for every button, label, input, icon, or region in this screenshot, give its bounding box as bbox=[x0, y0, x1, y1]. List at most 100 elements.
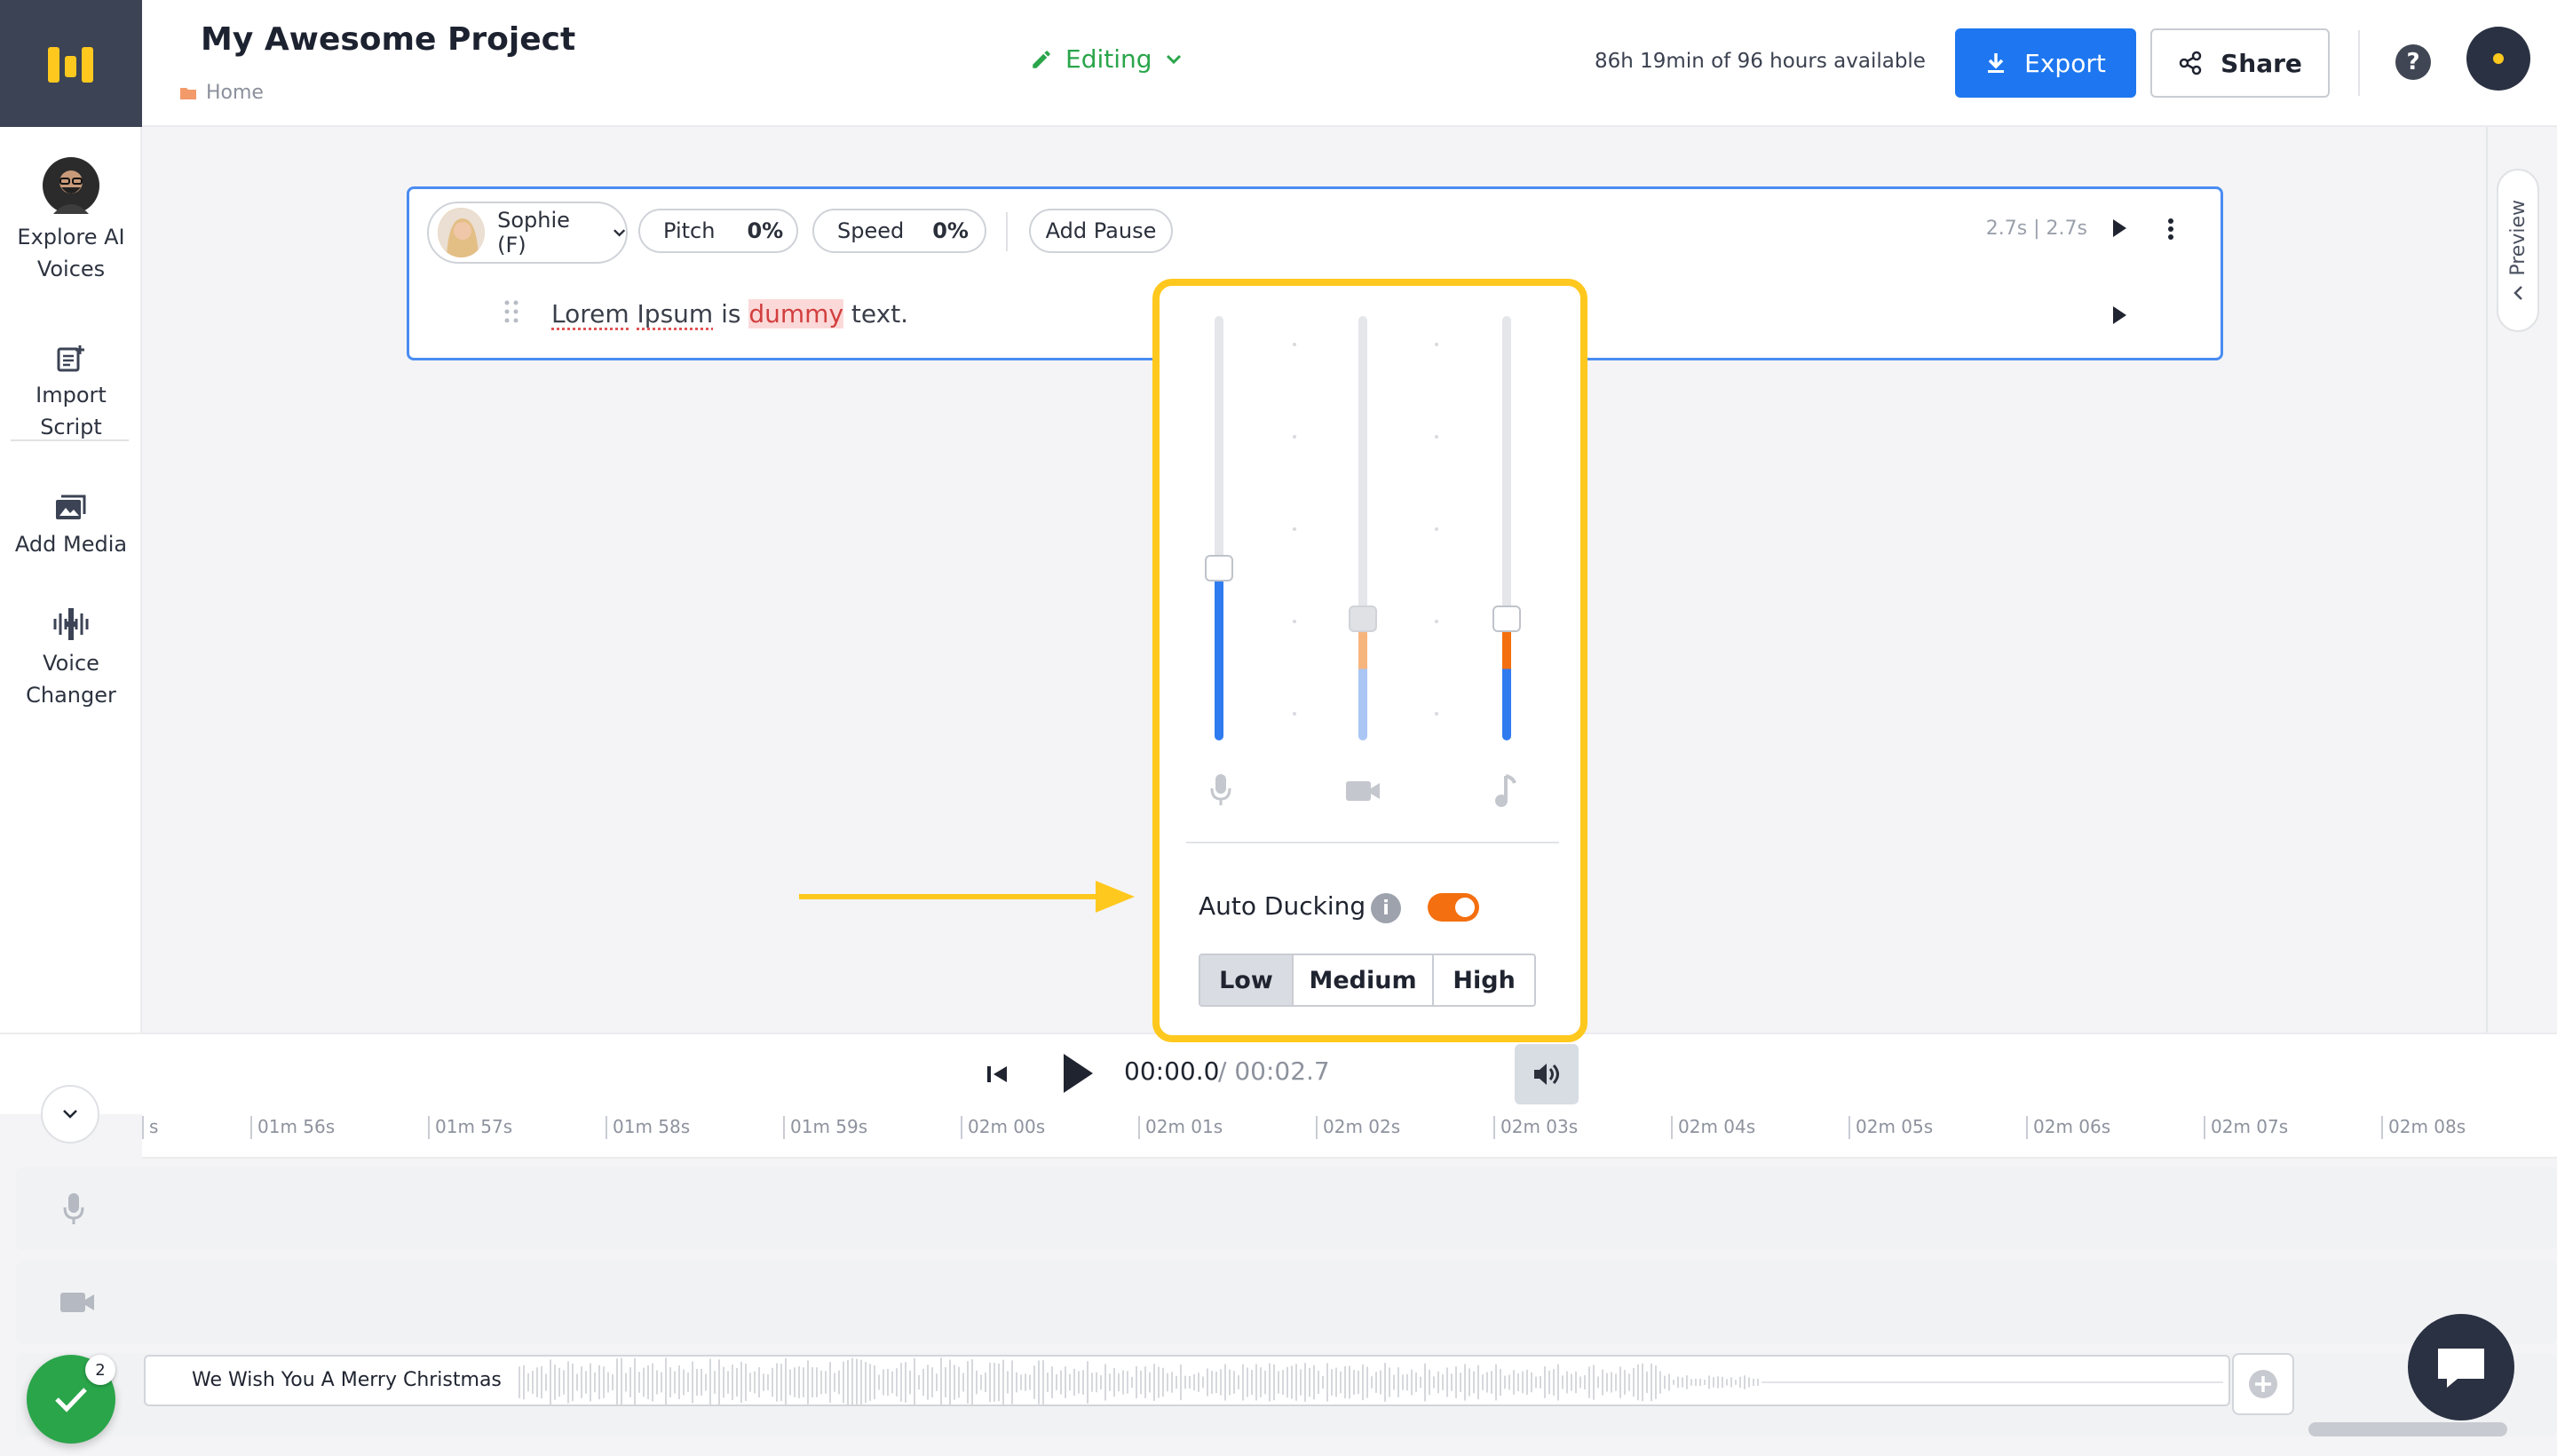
preview-tab[interactable]: Preview bbox=[2497, 169, 2539, 332]
pitch-value: 0% bbox=[747, 218, 784, 243]
sidebar-item-label: Add Media bbox=[14, 532, 128, 557]
pencil-icon bbox=[1033, 50, 1050, 68]
speed-control[interactable]: Speed 0% bbox=[812, 209, 986, 253]
play-line-icon[interactable] bbox=[2110, 305, 2128, 326]
music-volume-thumb[interactable] bbox=[1492, 605, 1521, 632]
speed-label: Speed bbox=[837, 218, 905, 243]
grid-dot bbox=[1435, 343, 1438, 346]
script-word: is bbox=[721, 299, 741, 328]
auto-ducking-label: Auto Ducking bbox=[1199, 891, 1366, 921]
block-duration: 2.7s | 2.7s bbox=[1985, 218, 2087, 240]
ruler-tick: 02m 04s bbox=[1671, 1116, 1755, 1139]
checkmark-icon bbox=[55, 1388, 87, 1412]
more-options-icon[interactable] bbox=[2167, 218, 2174, 241]
ruler-tick: 02m 03s bbox=[1493, 1116, 1578, 1139]
voice-volume-thumb[interactable] bbox=[1205, 555, 1233, 582]
download-icon bbox=[1988, 53, 2005, 73]
chevron-down-icon bbox=[613, 229, 625, 237]
music-note-icon bbox=[1495, 774, 1516, 807]
play-icon[interactable] bbox=[1060, 1051, 1096, 1096]
chat-button[interactable] bbox=[2408, 1314, 2514, 1420]
sidebar-item-label: Voice Changer bbox=[26, 651, 116, 708]
total-time: / 00:02.7 bbox=[1218, 1056, 1330, 1086]
grid-dot bbox=[1293, 435, 1296, 439]
voice-track[interactable] bbox=[16, 1167, 2557, 1250]
sidebar-item-label: Explore AI Voices bbox=[17, 225, 125, 281]
script-text[interactable]: Lorem Ipsum is dummy text. bbox=[551, 299, 908, 328]
pitch-control[interactable]: Pitch 0% bbox=[638, 209, 798, 253]
volume-mixer-button[interactable] bbox=[1515, 1044, 1579, 1104]
breadcrumb[interactable]: Home bbox=[179, 82, 264, 104]
ducking-level-medium[interactable]: Medium bbox=[1294, 955, 1435, 1005]
ducking-level-high[interactable]: High bbox=[1434, 955, 1534, 1005]
plus-circle-icon bbox=[2249, 1370, 2277, 1398]
app-logo[interactable] bbox=[0, 0, 142, 127]
script-word: Ipsum bbox=[637, 299, 714, 328]
ruler-tick: 01m 57s bbox=[428, 1116, 512, 1139]
music-volume-fill bbox=[1502, 621, 1511, 740]
video-track[interactable] bbox=[16, 1261, 2557, 1344]
voice-selector[interactable]: Sophie (F) bbox=[427, 202, 628, 264]
grid-dot bbox=[1293, 343, 1296, 346]
notification-count: 2 bbox=[85, 1355, 115, 1385]
info-icon[interactable]: i bbox=[1371, 893, 1401, 923]
ducking-level-low[interactable]: Low bbox=[1200, 955, 1294, 1005]
ruler-tick: 02m 06s bbox=[2026, 1116, 2110, 1139]
share-button[interactable]: Share bbox=[2150, 28, 2330, 98]
add-media-icon bbox=[56, 495, 86, 519]
ruler-tick: 02m 02s bbox=[1316, 1116, 1400, 1139]
header-divider bbox=[2358, 30, 2360, 96]
sidebar-item-add-media[interactable]: Add Media bbox=[0, 493, 142, 560]
skip-back-icon[interactable] bbox=[986, 1064, 1009, 1085]
project-title[interactable]: My Awesome Project bbox=[201, 21, 575, 58]
ruler-tick: 02m 00s bbox=[961, 1116, 1045, 1139]
video-volume-fill bbox=[1358, 621, 1367, 740]
sidebar-item-voice-changer[interactable]: Voice Changer bbox=[0, 606, 142, 711]
chat-icon bbox=[2438, 1349, 2484, 1388]
export-button[interactable]: Export bbox=[1955, 28, 2136, 98]
toolbar-divider bbox=[1006, 212, 1008, 251]
voice-avatar bbox=[438, 208, 486, 257]
grid-dot bbox=[1435, 435, 1438, 439]
sidebar-item-import-script[interactable]: Import Script bbox=[0, 344, 142, 443]
user-avatar[interactable] bbox=[2466, 27, 2530, 91]
play-block-icon[interactable] bbox=[2110, 218, 2128, 239]
current-time: 00:00.0 bbox=[1124, 1056, 1220, 1086]
video-volume-thumb[interactable] bbox=[1349, 605, 1377, 632]
highlighted-word[interactable]: dummy bbox=[748, 299, 844, 328]
auto-ducking-toggle[interactable] bbox=[1428, 893, 1479, 922]
timeline-ruler[interactable]: s 01m 56s 01m 57s 01m 58s 01m 59s 02m 00… bbox=[142, 1114, 2557, 1159]
music-clip-title: We Wish You A Merry Christmas bbox=[185, 1365, 509, 1395]
grid-dot bbox=[1293, 620, 1296, 623]
help-icon[interactable]: ? bbox=[2395, 44, 2431, 80]
voice-avatar bbox=[43, 157, 99, 214]
logo-icon bbox=[48, 46, 93, 83]
script-word: text. bbox=[851, 299, 909, 328]
mixer-divider bbox=[1186, 842, 1559, 843]
sidebar-item-explore-ai-voices[interactable]: Explore AI Voices bbox=[0, 157, 142, 285]
timeline-scrollbar[interactable] bbox=[2308, 1422, 2507, 1436]
share-label: Share bbox=[2221, 48, 2302, 78]
pitch-label: Pitch bbox=[663, 218, 716, 243]
volume-mixer-popup: Auto Ducking i Low Medium High bbox=[1152, 279, 1587, 1042]
ruler-tick: 02m 08s bbox=[2381, 1116, 2466, 1139]
grid-dot bbox=[1293, 712, 1296, 716]
add-pause-button[interactable]: Add Pause bbox=[1029, 209, 1173, 253]
ruler-tick: s bbox=[142, 1116, 158, 1139]
add-clip-button[interactable] bbox=[2232, 1353, 2294, 1415]
export-label: Export bbox=[2024, 48, 2106, 78]
share-icon bbox=[2179, 51, 2202, 75]
drag-handle-icon[interactable] bbox=[503, 299, 519, 324]
import-script-icon bbox=[57, 345, 84, 372]
speed-value: 0% bbox=[932, 218, 969, 243]
folder-icon bbox=[180, 87, 196, 99]
music-clip[interactable]: We Wish You A Merry Christmas bbox=[144, 1355, 2230, 1406]
mode-dropdown[interactable]: Editing bbox=[1030, 44, 1183, 74]
collapse-timeline-button[interactable] bbox=[41, 1085, 99, 1143]
grid-dot bbox=[1435, 620, 1438, 623]
breadcrumb-home[interactable]: Home bbox=[206, 82, 264, 104]
speaker-icon bbox=[1534, 1064, 1559, 1085]
voice-volume-fill bbox=[1215, 571, 1223, 740]
video-camera-icon bbox=[60, 1293, 94, 1312]
microphone-icon bbox=[1210, 774, 1231, 805]
